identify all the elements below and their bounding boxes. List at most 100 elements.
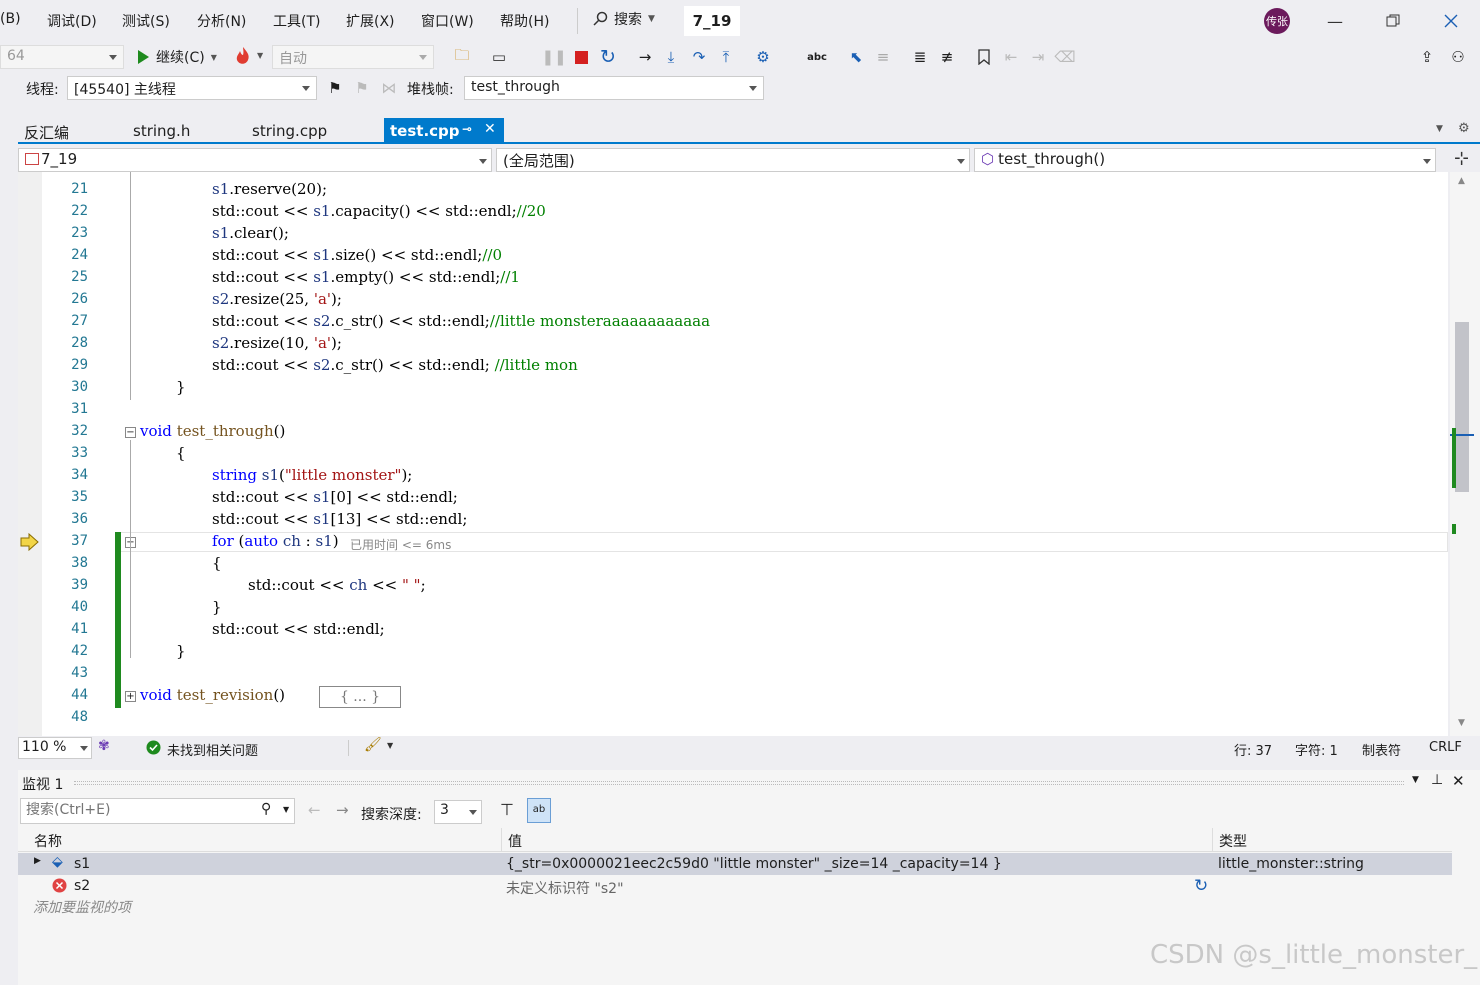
code-line[interactable]: s2.resize(25, 'a'); [212,290,342,308]
code-line[interactable]: s1.reserve(20); [212,180,327,198]
step-into-button[interactable]: ⤓ [660,46,682,68]
code-line[interactable]: s2.resize(10, 'a'); [212,334,342,352]
auto-dropdown[interactable]: 自动 [272,45,434,69]
menu-window[interactable]: 窗口(W) [421,11,474,31]
expand-toggle[interactable]: + [125,691,136,702]
code-line[interactable]: std::cout << s2.c_str() << std::endl;//l… [212,312,710,330]
code-line[interactable]: std::cout << s1.empty() << std::endl;//1 [212,268,520,286]
tab-list-icon[interactable]: ▼ [1436,124,1443,134]
code-line[interactable]: s1.clear(); [212,224,289,242]
layout-button[interactable]: ▭ [488,46,510,68]
add-watch-hint[interactable]: 添加要监视的项 [33,897,131,917]
bookmark-button[interactable] [973,46,995,68]
close-window-button[interactable] [1428,6,1474,36]
tab-disassembly[interactable]: 反汇编 [18,118,75,144]
eol-indicator[interactable]: CRLF [1429,740,1462,755]
next-bookmark-button[interactable]: ⇥ [1027,46,1049,68]
watch-name[interactable]: s1 [74,856,90,872]
locals-button[interactable]: ⬉ [845,46,867,68]
column-value-header[interactable]: 值 [508,831,522,851]
flag-thread-button[interactable]: ⚑ [324,77,346,99]
filter-button[interactable]: ⋈ [378,77,400,99]
code-line[interactable]: std::cout << s1[0] << std::endl; [212,488,458,506]
step-out-button[interactable]: ⤒ [715,46,737,68]
continue-button[interactable]: 继续(C) ▼ [136,47,217,67]
close-icon[interactable]: ✕ [1452,772,1465,790]
code-line[interactable]: std::cout << s1.capacity() << std::endl;… [212,202,546,220]
zoom-dropdown[interactable]: 110 % [18,737,92,759]
collapsed-block[interactable]: { ... } [319,686,401,708]
thread-dropdown[interactable]: [45540] 主线程 [67,76,317,100]
chevron-down-icon[interactable]: ▼ [283,805,289,814]
restart-button[interactable]: ↻ [597,46,619,68]
code-line[interactable]: } [176,378,186,396]
close-tab-icon[interactable]: ✕ [484,121,496,137]
menu-test[interactable]: 测试(S) [122,11,170,31]
pause-button[interactable]: ❚❚ [541,46,566,68]
table-row[interactable]: ▶ ⬙ s1 {_str=0x0000021eec2c59d0 "little … [18,853,1452,875]
clear-bookmarks-button[interactable]: ⌫ [1054,46,1076,68]
hex-display-button[interactable]: ⚙ [752,46,774,68]
code-editor[interactable]: 21 s1.reserve(20); 22 std::cout << s1.capac… [18,172,1448,736]
menu-tools[interactable]: 工具(T) [273,11,320,31]
line-indicator[interactable]: 行: 37 [1234,740,1272,759]
search-button[interactable]: 搜索 ▼ [592,9,655,29]
code-line[interactable]: { [212,554,222,572]
scroll-up-icon[interactable]: ▲ [1458,176,1465,186]
pin-to-source-icon[interactable]: ⊤ [500,800,514,819]
stop-button[interactable] [570,46,592,68]
scroll-thumb[interactable] [1455,322,1469,492]
code-line[interactable]: void test_through() [140,422,285,440]
code-line[interactable]: } [212,598,222,616]
indicator-margin[interactable] [18,172,42,736]
share-button[interactable]: ⇪ [1416,46,1438,68]
code-line[interactable]: std::cout << s2.c_str() << std::endl; //… [212,356,578,374]
code-line[interactable]: string s1("little monster"); [212,466,412,484]
watch-search-box[interactable]: ⚲ ▼ [20,798,295,824]
minimize-button[interactable]: — [1312,6,1358,36]
avatar[interactable]: 传张 [1264,8,1290,34]
collapse-toggle[interactable]: − [125,427,136,438]
menu-extensions[interactable]: 扩展(X) [346,11,395,31]
code-line[interactable]: void test_revision() [140,686,285,704]
watch-name[interactable]: s2 [74,878,90,894]
stackframe-dropdown[interactable]: test_through [464,76,764,100]
back-icon[interactable]: ← [308,801,321,819]
cleanup-icon[interactable]: 🖌 [364,737,382,753]
hot-reload-button[interactable] [232,45,254,67]
platform-dropdown[interactable]: 64 [0,45,124,69]
account-button[interactable]: ⚇ [1447,46,1469,68]
code-line[interactable]: for (auto ch : s1) [212,532,339,550]
project-dropdown[interactable]: 7_19 [18,148,492,172]
code-line[interactable]: { [176,444,186,462]
view-as-text-button[interactable]: ab [527,798,551,823]
issues-status[interactable]: 未找到相关问题 [167,740,258,759]
menu-debug[interactable]: 调试(D) [47,11,97,31]
code-line[interactable]: } [176,642,186,660]
tab-string-h[interactable]: string.h [127,118,196,144]
column-name-header[interactable]: 名称 [34,831,62,851]
code-line[interactable]: std::cout << s1.size() << std::endl;//0 [212,246,502,264]
spell-check-button[interactable]: abc [806,46,828,68]
menu-help[interactable]: 帮助(H) [500,11,549,31]
depth-dropdown[interactable]: 3 [434,800,482,824]
code-line[interactable]: std::cout << ch << " "; [248,576,426,594]
split-icon[interactable]: ⊹ [1454,148,1469,169]
flag-all-button[interactable]: ⚑ [351,77,373,99]
open-folder-button[interactable]: 🗀 [451,46,473,68]
table-row[interactable]: s2 未定义标识符 "s2" ↻ [18,875,1452,897]
watch-value[interactable]: {_str=0x0000021eec2c59d0 "little monster… [506,856,1002,872]
member-dropdown[interactable]: ⬡ test_through() [974,148,1436,172]
menu-analyze[interactable]: 分析(N) [197,11,246,31]
tabs-indicator[interactable]: 制表符 [1362,740,1401,759]
watch-search-input[interactable] [21,799,251,821]
unindent-button[interactable]: ≡ [872,46,894,68]
scope-dropdown[interactable]: (全局范围) [496,148,970,172]
scroll-down-icon[interactable]: ▼ [1458,718,1465,728]
menu-build[interactable]: (B) [0,11,21,27]
vertical-scrollbar[interactable]: ▲ ▼ [1450,172,1480,736]
show-next-statement-button[interactable]: → [634,46,656,68]
prev-bookmark-button[interactable]: ⇤ [1000,46,1022,68]
tab-test-cpp[interactable]: test.cpp ⊸ ✕ [384,118,504,144]
search-icon[interactable]: ⚲ [261,801,271,817]
